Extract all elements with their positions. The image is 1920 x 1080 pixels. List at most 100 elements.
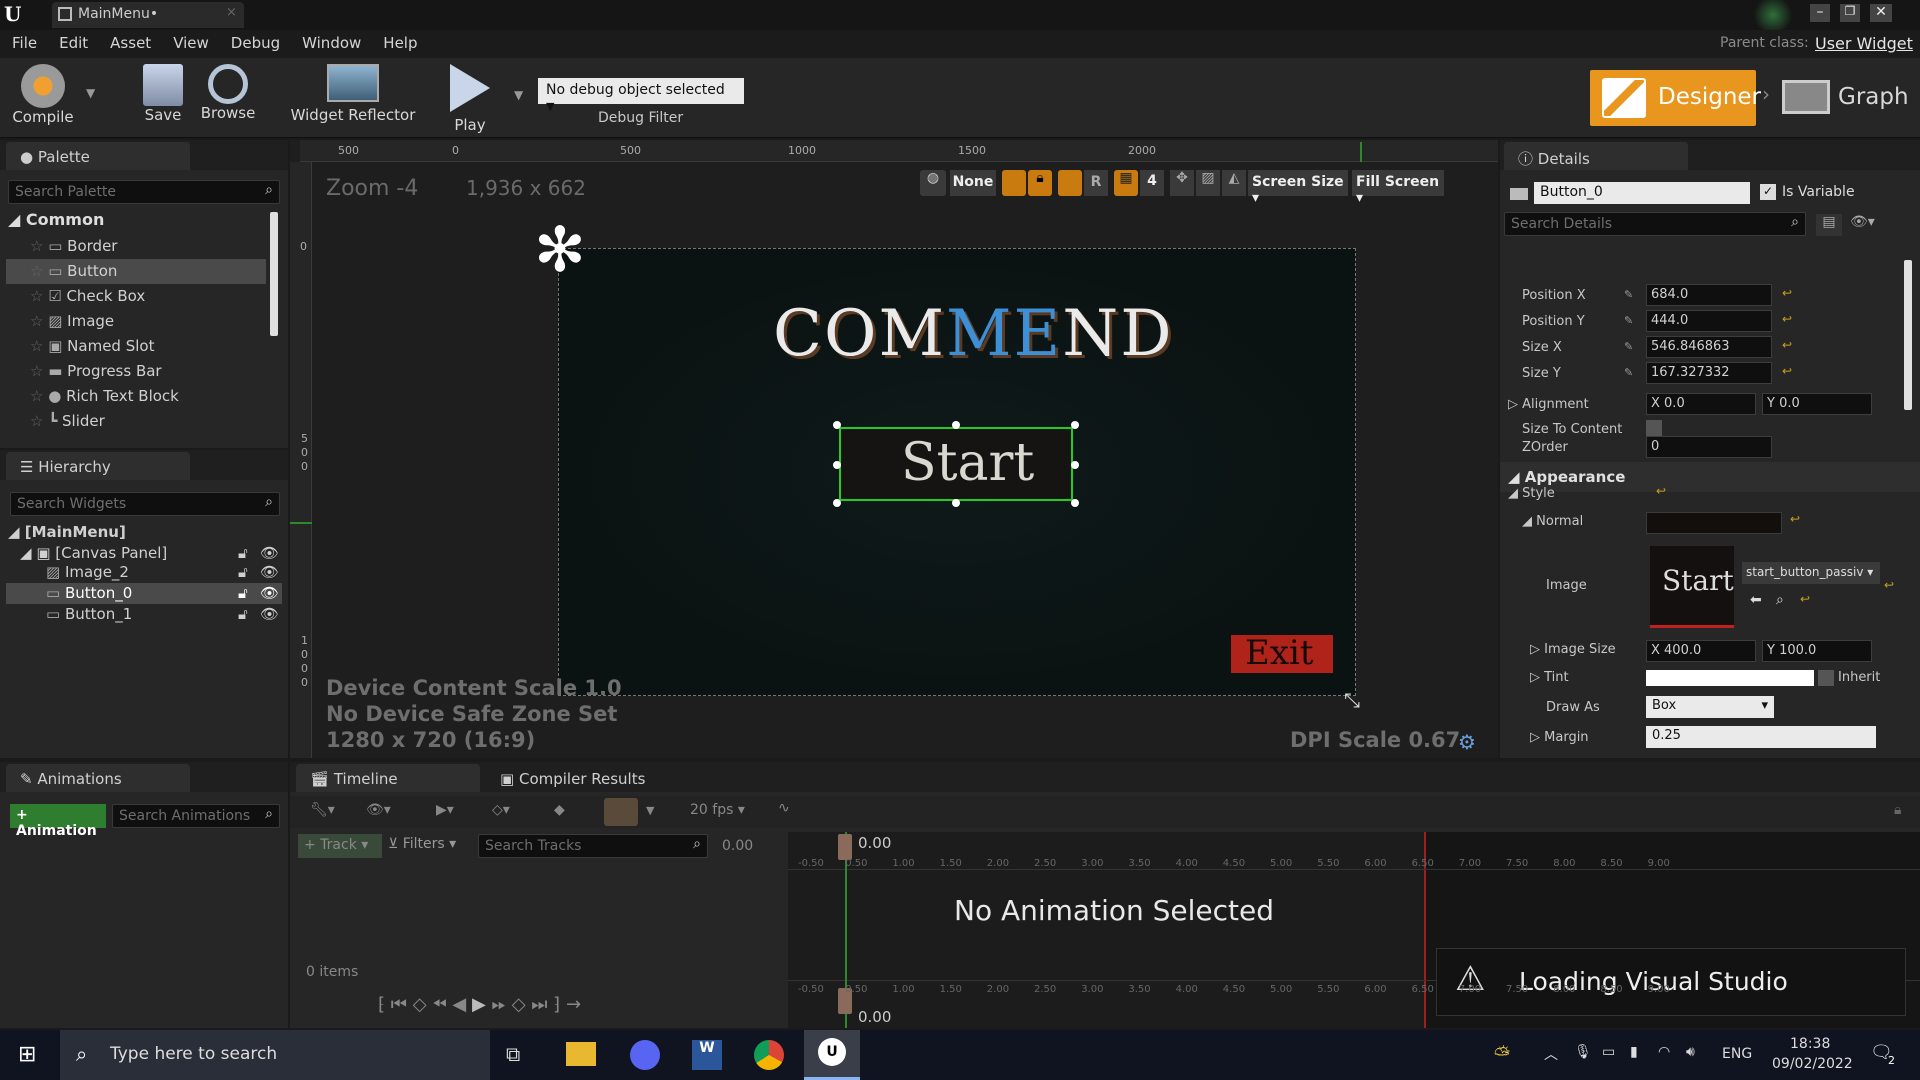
add-animation-button[interactable]: + Animation xyxy=(10,804,106,839)
grid-size-value[interactable]: 4 xyxy=(1140,170,1164,196)
add-key-icon[interactable]: ◆ xyxy=(554,802,565,818)
pin-icon[interactable]: ✎ xyxy=(1624,314,1633,327)
flip-icon[interactable]: ◭ xyxy=(1222,170,1246,196)
menu-edit[interactable]: Edit xyxy=(59,34,88,52)
timeline-lock-icon[interactable]: 🔒︎ xyxy=(1894,802,1901,818)
start-button-widget[interactable]: Start xyxy=(839,427,1073,501)
chrome-icon[interactable] xyxy=(754,1040,784,1070)
playback-options-icon[interactable]: ▶▾ xyxy=(436,802,454,818)
resize-corner-icon[interactable]: ⤡ xyxy=(1344,688,1360,712)
key-options-icon[interactable]: ◇▾ xyxy=(492,802,510,818)
palette-item-check-box[interactable]: ☆ ☑ Check Box xyxy=(6,284,266,309)
globe-icon[interactable]: ◍ xyxy=(920,170,946,196)
maximize-icon[interactable]: ❐ xyxy=(1840,4,1860,22)
is-variable-checkbox[interactable]: ✓ xyxy=(1760,184,1776,200)
image-size-x-input[interactable]: X 400.0 xyxy=(1646,640,1756,662)
graph-mode-button[interactable]: Graph xyxy=(1782,70,1912,126)
eye-icon[interactable]: 👁︎ xyxy=(260,604,279,625)
selection-handle-br[interactable] xyxy=(1071,499,1079,507)
alignment-x-input[interactable]: X 0.0 xyxy=(1646,393,1756,415)
designer-mode-button[interactable]: Designer xyxy=(1590,70,1761,126)
favorite-star-icon[interactable]: ☆ xyxy=(30,362,48,380)
selection-handle-bm[interactable] xyxy=(952,499,960,507)
search-icon[interactable]: ⌕ xyxy=(693,836,701,852)
transform-icon[interactable]: ✥ xyxy=(1170,170,1194,196)
hierarchy-item-button_0[interactable]: ▭ Button_0 🔓︎ 👁︎ xyxy=(6,583,282,604)
set-end-icon[interactable]: ⁆ xyxy=(553,994,560,1015)
favorite-star-icon[interactable]: ☆ xyxy=(30,287,48,305)
show-hidden-icons-icon[interactable]: ︿ xyxy=(1544,1044,1558,1064)
draw-as-dropdown[interactable]: Box ▾ xyxy=(1646,696,1774,718)
menu-debug[interactable]: Debug xyxy=(231,34,280,52)
thumb-reset-icon[interactable]: ↩ xyxy=(1884,578,1894,592)
palette-item-border[interactable]: ☆ ▭ Border xyxy=(6,234,266,259)
play-options-arrow-icon[interactable]: ▼ xyxy=(514,88,523,102)
discord-icon[interactable] xyxy=(630,1040,660,1070)
fps-dropdown[interactable]: 20 fps ▾ xyxy=(690,802,745,818)
hierarchy-item-button_1[interactable]: ▭ Button_1 🔓︎ 👁︎ xyxy=(6,604,282,625)
selection-handle-ml[interactable] xyxy=(833,461,841,469)
windows-start-icon[interactable]: ⊞ xyxy=(18,1042,36,1067)
palette-item-slider[interactable]: ☆ ┗ Slider xyxy=(6,409,266,434)
go-to-start-icon[interactable]: ⏮ xyxy=(391,994,407,1015)
details-search-input[interactable]: Search Details ⌕ xyxy=(1504,212,1806,236)
go-to-end-icon[interactable]: ⏭ xyxy=(531,994,547,1015)
compile-options-arrow-icon[interactable]: ▼ xyxy=(86,86,95,100)
menu-asset[interactable]: Asset xyxy=(110,34,151,52)
use-selected-asset-icon[interactable]: ⬅ xyxy=(1750,592,1762,608)
margin-row[interactable]: ▷ Margin xyxy=(1530,730,1589,745)
file-explorer-icon[interactable] xyxy=(566,1042,596,1066)
palette-item-rich-text-block[interactable]: ☆ ● Rich Text Block xyxy=(6,384,266,409)
taskbar-search-box[interactable]: ⌕ Type here to search xyxy=(60,1030,490,1080)
style-reset-icon[interactable]: ↩ xyxy=(1656,484,1666,498)
inherit-checkbox[interactable] xyxy=(1818,670,1834,686)
image-size-row[interactable]: ▷ Image Size xyxy=(1530,642,1616,657)
image-size-y-input[interactable]: Y 100.0 xyxy=(1762,640,1872,662)
filters-button[interactable]: ⊻ Filters ▾ xyxy=(388,836,456,852)
search-icon[interactable]: ⌕ xyxy=(265,806,273,822)
play-forward-icon[interactable]: ▶ xyxy=(472,994,486,1015)
size-to-content-checkbox[interactable] xyxy=(1646,420,1662,436)
unreal-taskbar-icon[interactable]: U xyxy=(804,1030,860,1080)
style-row[interactable]: ◢ Style xyxy=(1508,486,1555,501)
reset-to-default-icon[interactable]: ↩ xyxy=(1782,364,1792,378)
document-tab[interactable]: MainMenu• × xyxy=(52,2,244,28)
search-tracks-input[interactable]: Search Tracks ⌕ xyxy=(478,834,708,858)
appearance-section-header[interactable]: ◢ Appearance xyxy=(1500,462,1920,492)
next-key-icon[interactable]: ◇ xyxy=(512,994,526,1015)
snap-icon[interactable] xyxy=(1058,170,1082,196)
animations-search-input[interactable]: Search Animations ⌕ xyxy=(112,804,280,828)
browse-asset-icon[interactable]: ⌕ xyxy=(1776,592,1784,608)
menu-file[interactable]: File xyxy=(12,34,37,52)
task-view-icon[interactable]: ⧉ xyxy=(506,1042,520,1066)
key-tools-icon[interactable]: 🔧︎▾ xyxy=(310,802,335,818)
step-back-icon[interactable]: ⏪︎ xyxy=(432,994,446,1015)
pin-icon[interactable]: ✎ xyxy=(1624,340,1633,353)
image-asset-dropdown[interactable]: start_button_passiv ▾ xyxy=(1742,562,1880,584)
selection-handle-tm[interactable] xyxy=(952,421,960,429)
margin-input[interactable]: 0.25 xyxy=(1646,726,1876,748)
hierarchy-item-image_2[interactable]: ▨ Image_2 🔓︎ 👁︎ xyxy=(6,562,282,583)
view-options-icon[interactable]: 👁︎▾ xyxy=(366,802,391,818)
reset-to-default-icon[interactable]: ↩ xyxy=(1782,312,1792,326)
details-tab[interactable]: ⓘ Details xyxy=(1504,142,1688,170)
playhead-handle-top[interactable] xyxy=(838,834,852,860)
anchor-flower-icon[interactable]: ✻ xyxy=(530,219,590,281)
selection-handle-bl[interactable] xyxy=(833,499,841,507)
lock-toggle-icon[interactable]: 🔒︎ xyxy=(1028,170,1052,196)
word-icon[interactable]: W xyxy=(692,1040,722,1070)
grid-snap-icon[interactable]: ▦ xyxy=(1114,170,1138,196)
volume-icon[interactable]: 🔊︎ xyxy=(1686,1044,1695,1060)
clock-time[interactable]: 18:38 xyxy=(1790,1036,1830,1052)
widget-name-input[interactable]: Button_0 xyxy=(1534,182,1750,204)
selection-handle-tl[interactable] xyxy=(833,421,841,429)
tint-color-swatch[interactable] xyxy=(1646,670,1814,686)
none-button[interactable]: None xyxy=(950,170,996,196)
browse-button[interactable]: Browse xyxy=(198,64,258,122)
wifi-icon[interactable]: ◠ xyxy=(1658,1044,1670,1060)
hierarchy-search-input[interactable]: Search Widgets ⌕ xyxy=(10,492,280,516)
tint-row[interactable]: ▷ Tint xyxy=(1530,670,1569,685)
close-tab-icon[interactable]: × xyxy=(226,5,237,20)
auto-key-icon[interactable] xyxy=(604,798,638,826)
curve-editor-icon[interactable]: ∿ xyxy=(778,800,790,816)
